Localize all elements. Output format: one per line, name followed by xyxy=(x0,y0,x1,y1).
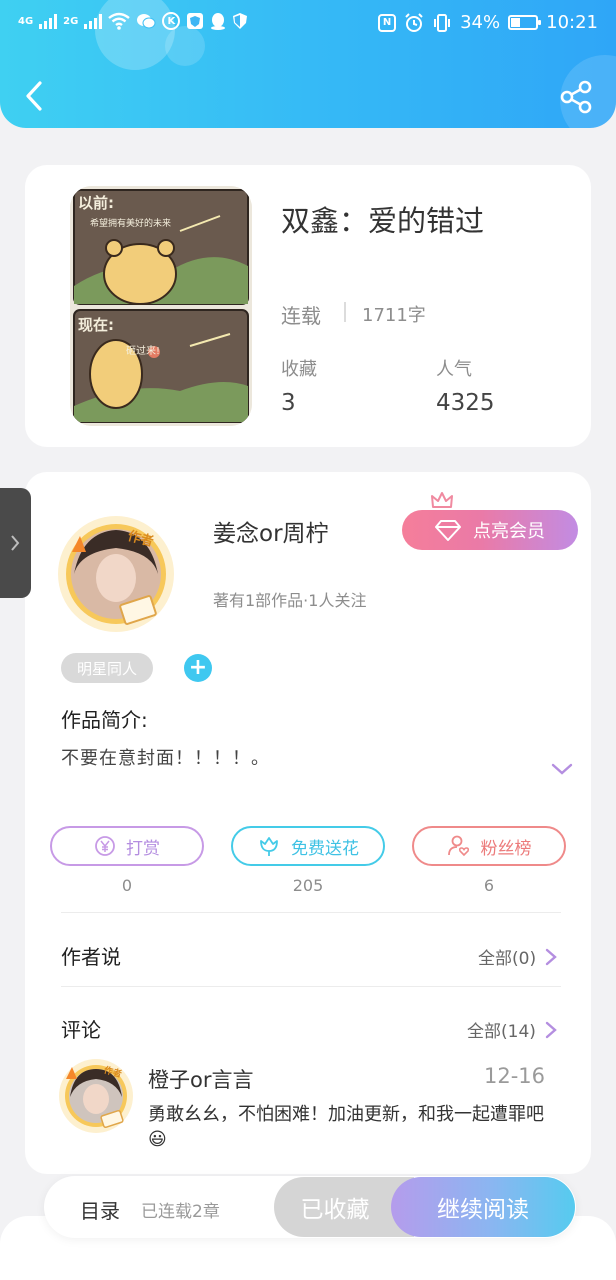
chevron-right-icon xyxy=(545,1021,557,1038)
battery-percent: 34% xyxy=(460,12,501,33)
tag-chip[interactable]: 明星同人 xyxy=(61,653,153,683)
tip-label: 打赏 xyxy=(126,838,160,859)
author-name[interactable]: 姜念or周柠 xyxy=(213,514,329,548)
fan-ranking-button[interactable]: 粉丝榜 xyxy=(412,826,566,866)
expand-chevron-icon[interactable] xyxy=(550,760,574,778)
network-label-2: 2G xyxy=(63,15,79,27)
fan-ranking-label: 粉丝榜 xyxy=(480,838,532,859)
intro-text: 不要在意封面！！！！。 xyxy=(61,748,270,769)
status-bar: 4G 2G K N 34% 10:21 xyxy=(0,0,616,48)
network-label-1: 4G xyxy=(18,15,34,27)
activate-vip-button[interactable]: 点亮会员 xyxy=(402,510,578,550)
commenter-name[interactable]: 橙子or言言 xyxy=(148,1064,253,1094)
author-says-all-label: 全部(0) xyxy=(478,949,537,969)
collected-label: 已收藏 xyxy=(300,1197,370,1223)
popularity-label: 人气 xyxy=(436,359,472,380)
author-avatar[interactable]: 作者 xyxy=(52,512,180,636)
tip-button[interactable]: 打赏 xyxy=(50,826,204,866)
book-title: 双鑫：爱的错过 xyxy=(281,204,485,238)
top-header: 4G 2G K N 34% 10:21 xyxy=(0,0,616,128)
divider xyxy=(61,912,561,913)
author-says-all-link[interactable]: 全部(0) xyxy=(478,944,558,969)
favorites-label: 收藏 xyxy=(281,359,317,380)
favorites-count: 3 xyxy=(281,390,296,416)
side-drawer-tab[interactable] xyxy=(0,488,31,598)
popularity-count: 4325 xyxy=(436,390,495,416)
nfc-icon: N xyxy=(378,13,397,32)
cover-top-label: 以前: xyxy=(78,194,114,212)
wechat-icon xyxy=(137,14,156,29)
author-says-title: 作者说 xyxy=(61,945,121,969)
cover-bottom-caption: 砸过来! xyxy=(126,346,161,357)
send-flower-button[interactable]: 免费送花 xyxy=(231,826,385,866)
vip-button-label: 点亮会员 xyxy=(473,521,545,542)
clock-time: 10:21 xyxy=(546,12,598,33)
security-shield-icon xyxy=(233,13,248,29)
commenter-avatar[interactable]: 作者 xyxy=(56,1057,136,1135)
vibrate-icon xyxy=(434,13,451,32)
qq-icon xyxy=(211,13,226,30)
tip-count: 0 xyxy=(121,876,133,895)
intro-title: 作品简介: xyxy=(61,708,148,732)
toc-button[interactable]: 目录 xyxy=(80,1195,120,1224)
signal-icon xyxy=(39,13,58,29)
cover-top-caption: 希望拥有美好的未来 xyxy=(90,219,172,229)
comments-all-label: 全部(14) xyxy=(467,1022,536,1042)
comment-date: 12-16 xyxy=(484,1064,546,1088)
back-arrow-icon[interactable] xyxy=(18,78,54,114)
crown-icon xyxy=(431,492,453,508)
battery-icon xyxy=(508,15,542,30)
author-meta: 著有1部作品·1人关注 xyxy=(213,591,367,610)
continue-reading-label: 继续阅读 xyxy=(437,1197,529,1223)
wifi-icon xyxy=(108,12,131,30)
shield-app-icon xyxy=(187,13,204,29)
yen-icon xyxy=(95,836,115,856)
comment-text: 勇敢幺幺，不怕困难！加油更新，和我一起遭罪吧😃 xyxy=(148,1104,544,1150)
continue-reading-button[interactable]: 继续阅读 xyxy=(391,1177,575,1237)
divider xyxy=(61,986,561,987)
cover-bottom-label: 现在: xyxy=(78,316,114,334)
status-separator xyxy=(344,302,346,322)
diamond-icon xyxy=(435,520,461,541)
alarm-icon xyxy=(405,12,423,32)
share-icon[interactable] xyxy=(558,78,596,116)
fan-count: 6 xyxy=(483,876,495,895)
comments-title: 评论 xyxy=(61,1018,101,1042)
k-app-icon: K xyxy=(162,12,181,30)
book-cover[interactable]: 以前: 希望拥有美好的未来 现在: 砸过来! xyxy=(70,186,252,426)
comments-all-link[interactable]: 全部(14) xyxy=(467,1017,558,1042)
user-heart-icon xyxy=(447,835,469,857)
signal-icon-2 xyxy=(84,13,103,29)
serial-status: 连载 xyxy=(281,304,321,328)
add-tag-button[interactable]: + xyxy=(184,654,212,682)
word-count: 1711字 xyxy=(362,305,426,326)
flower-count: 205 xyxy=(292,876,324,895)
send-flower-label: 免费送花 xyxy=(291,838,359,859)
flower-icon xyxy=(260,837,278,856)
chapter-count: 已连载2章 xyxy=(141,1202,220,1222)
chevron-right-icon xyxy=(11,535,20,551)
chevron-right-icon xyxy=(545,948,557,965)
